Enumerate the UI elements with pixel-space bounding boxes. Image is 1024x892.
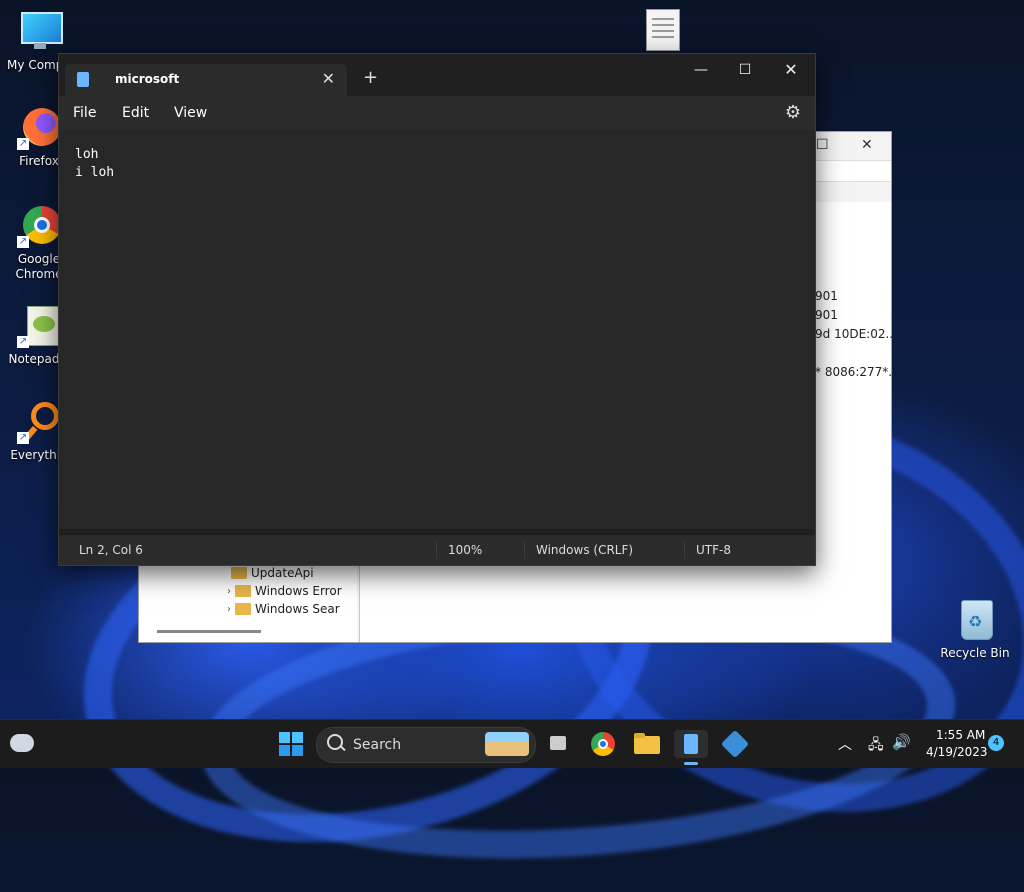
file-explorer-icon[interactable] — [633, 730, 661, 758]
folder-icon — [231, 567, 247, 579]
network-icon[interactable]: 🖧 — [868, 734, 884, 758]
search-label: Search — [353, 737, 402, 753]
task-view-icon[interactable] — [546, 730, 574, 758]
status-divider — [524, 541, 525, 559]
search-icon-handle — [339, 744, 346, 752]
chrome-taskbar-icon[interactable] — [589, 730, 617, 758]
close-tab-icon[interactable]: ✕ — [322, 69, 335, 88]
line-ending[interactable]: Windows (CRLF) — [536, 543, 633, 557]
search-highlight-icon — [485, 732, 529, 756]
folder-icon — [235, 585, 251, 597]
shortcut-arrow-icon: ↗ — [17, 336, 29, 348]
shortcut-arrow-icon: ↗ — [17, 138, 29, 150]
notepad-titlebar[interactable]: microsoft ✕ + — ☐ ✕ — [59, 54, 815, 96]
search-box[interactable]: Search — [316, 727, 536, 763]
clock-time[interactable]: 1:55 AM — [936, 728, 985, 742]
registry-value: 901 — [815, 308, 838, 322]
cursor-position: Ln 2, Col 6 — [79, 543, 143, 557]
text-editor[interactable]: loh i loh — [59, 130, 815, 529]
recycle-bin-icon: ♻ — [953, 598, 997, 642]
horizontal-scrollbar[interactable] — [157, 630, 261, 633]
weather-icon[interactable] — [10, 734, 34, 752]
encoding[interactable]: UTF-8 — [696, 543, 731, 557]
zoom-level[interactable]: 100% — [448, 543, 482, 557]
notepad-taskbar-icon[interactable] — [674, 730, 708, 765]
gear-icon[interactable]: ⚙ — [785, 102, 801, 123]
minimize-button[interactable]: — — [686, 58, 716, 82]
clock-date[interactable]: 4/19/2023 — [926, 745, 988, 759]
chevron-up-icon[interactable]: ︿ — [838, 734, 852, 754]
maximize-icon[interactable]: ☐ — [816, 138, 830, 152]
notepad-window[interactable]: microsoft ✕ + — ☐ ✕ File Edit View ⚙ loh… — [58, 53, 816, 566]
chevron-right-icon[interactable]: › — [227, 604, 231, 615]
menu-bar: File Edit View ⚙ — [59, 96, 815, 130]
tree-item[interactable]: › Windows Sear — [227, 602, 340, 616]
menu-view[interactable]: View — [174, 105, 207, 121]
tab-title: microsoft — [115, 72, 180, 86]
desktop-file-icon[interactable] — [646, 9, 680, 51]
desktop-icon-label: Recycle Bin — [940, 646, 1010, 660]
editor-content[interactable]: loh i loh — [59, 130, 815, 198]
close-button[interactable]: ✕ — [776, 58, 806, 82]
shortcut-arrow-icon: ↗ — [17, 236, 29, 248]
status-bar: Ln 2, Col 6 100% Windows (CRLF) UTF-8 — [59, 534, 815, 565]
taskbar: Search ︿ 🖧 🔊 1:55 AM 4/19/2023 4 — [0, 719, 1024, 768]
chrome-icon: ↗ — [17, 204, 61, 248]
maximize-button[interactable]: ☐ — [730, 58, 760, 82]
firefox-icon: ↗ — [17, 106, 61, 150]
computer-icon — [17, 10, 63, 54]
shortcut-arrow-icon: ↗ — [17, 432, 29, 444]
notepad-icon — [77, 72, 89, 87]
menu-edit[interactable]: Edit — [122, 105, 149, 121]
registry-value: 901 — [815, 289, 838, 303]
tab-microsoft[interactable]: microsoft ✕ — [65, 64, 347, 96]
tree-item[interactable]: UpdateApi — [231, 566, 314, 580]
status-divider — [436, 541, 437, 559]
registry-value: * 8086:277*... — [815, 365, 900, 379]
app-taskbar-icon[interactable] — [720, 729, 750, 759]
registry-value: 9d 10DE:02... — [815, 327, 897, 341]
notepad-plus-plus-icon: ↗ — [17, 304, 61, 348]
everything-search-icon: ↗ — [17, 400, 61, 444]
desktop-icon-recycle-bin[interactable]: ♻ Recycle Bin — [940, 598, 1010, 660]
menu-file[interactable]: File — [73, 105, 96, 121]
notification-badge[interactable]: 4 — [988, 735, 1004, 751]
folder-icon — [235, 603, 251, 615]
status-divider — [684, 541, 685, 559]
windows-logo-icon — [279, 732, 303, 756]
volume-icon[interactable]: 🔊 — [892, 733, 911, 751]
start-button[interactable] — [277, 730, 305, 758]
chevron-right-icon[interactable]: › — [227, 586, 231, 597]
close-icon[interactable]: ✕ — [861, 138, 875, 152]
new-tab-button[interactable]: + — [363, 67, 378, 88]
tree-item[interactable]: › Windows Error — [227, 584, 342, 598]
